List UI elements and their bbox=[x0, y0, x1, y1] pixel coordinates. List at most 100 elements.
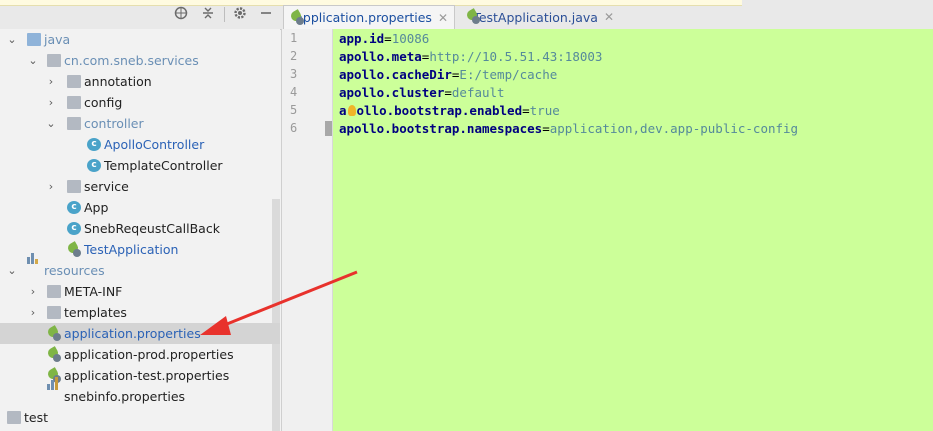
code-line-6[interactable]: apollo.bootstrap.namespaces=application,… bbox=[339, 120, 798, 138]
folder-icon bbox=[47, 306, 61, 319]
tree-label: application.properties bbox=[64, 326, 201, 341]
code-editor[interactable]: app.id=10086 apollo.meta=http://10.5.51.… bbox=[333, 29, 933, 431]
chevron-right-icon[interactable]: › bbox=[45, 176, 57, 197]
property-value: 10086 bbox=[391, 31, 430, 46]
tree-label: ApolloController bbox=[104, 137, 205, 152]
tree-label: controller bbox=[84, 116, 144, 131]
spring-class-icon bbox=[466, 10, 482, 24]
collapse-icon[interactable] bbox=[199, 6, 217, 24]
source-folder-icon bbox=[27, 33, 41, 46]
tree-item-application-prod-properties[interactable]: application-prod.properties bbox=[0, 344, 280, 365]
tree-label: META-INF bbox=[64, 284, 123, 299]
tree-label: cn.com.sneb.services bbox=[64, 53, 199, 68]
tree-label: snebinfo.properties bbox=[64, 389, 186, 404]
equals-sign: = bbox=[522, 103, 530, 118]
chevron-right-icon[interactable]: › bbox=[27, 281, 39, 302]
tree-label: java bbox=[44, 32, 71, 47]
tree-item-java[interactable]: ⌄ java bbox=[0, 29, 280, 50]
tree-item-test[interactable]: test bbox=[0, 407, 280, 428]
tree-label: test bbox=[24, 410, 49, 425]
code-line-2[interactable]: apollo.meta=http://10.5.51.43:18003 bbox=[339, 48, 602, 66]
package-icon bbox=[67, 117, 81, 130]
tree-label: application-prod.properties bbox=[64, 347, 234, 362]
runnable-class-icon: c bbox=[67, 201, 81, 214]
property-key: apollo.cluster bbox=[339, 85, 445, 100]
package-icon bbox=[67, 180, 81, 193]
tree-item-annotation[interactable]: › annotation bbox=[0, 71, 280, 92]
toolbar-separator bbox=[224, 7, 225, 22]
tree-item-meta-inf[interactable]: › META-INF bbox=[0, 281, 280, 302]
tree-item-templatecontroller[interactable]: c TemplateController bbox=[0, 155, 280, 176]
chevron-down-icon[interactable]: ⌄ bbox=[27, 50, 39, 71]
property-key: a bbox=[339, 103, 347, 118]
line-number-gutter: 1 2 3 4 5 6 bbox=[281, 29, 333, 431]
tree-item-apollocontroller[interactable]: c ApolloController bbox=[0, 134, 280, 155]
class-icon: c bbox=[87, 138, 101, 151]
property-value: true bbox=[529, 103, 560, 118]
tree-item-package[interactable]: ⌄ cn.com.sneb.services bbox=[0, 50, 280, 71]
project-tree: ⌄ java ⌄ cn.com.sneb.services › annotati… bbox=[0, 29, 280, 431]
tree-label: application-test.properties bbox=[64, 368, 230, 383]
chevron-down-icon[interactable]: ⌄ bbox=[6, 29, 18, 50]
property-key: apollo.cacheDir bbox=[339, 67, 452, 82]
tree-label: service bbox=[84, 179, 129, 194]
line-number: 3 bbox=[290, 67, 298, 81]
close-icon[interactable]: ✕ bbox=[438, 11, 448, 25]
tree-item-service[interactable]: › service bbox=[0, 176, 280, 197]
equals-sign: = bbox=[542, 121, 550, 136]
tree-item-templates[interactable]: › templates bbox=[0, 302, 280, 323]
lightbulb-icon[interactable] bbox=[347, 105, 356, 116]
line-number: 6 bbox=[290, 121, 298, 135]
line-number: 4 bbox=[290, 85, 298, 99]
tree-item-app[interactable]: c App bbox=[0, 197, 280, 218]
class-icon: c bbox=[87, 159, 101, 172]
code-line-1[interactable]: app.id=10086 bbox=[339, 30, 429, 48]
line-number: 2 bbox=[290, 49, 298, 63]
equals-sign: = bbox=[384, 31, 392, 46]
tree-item-snebreqeustcallback[interactable]: c SnebReqeustCallBack bbox=[0, 218, 280, 239]
folder-icon bbox=[47, 285, 61, 298]
minimize-icon[interactable] bbox=[257, 6, 275, 24]
tree-item-application-test-properties[interactable]: application-test.properties bbox=[0, 365, 280, 386]
tree-label: config bbox=[84, 95, 123, 110]
tab-label: TestApplication.java bbox=[473, 9, 598, 25]
target-icon[interactable] bbox=[172, 6, 190, 24]
gear-icon[interactable] bbox=[231, 6, 249, 24]
property-value: http://10.5.51.43:18003 bbox=[429, 49, 603, 64]
code-line-5[interactable]: a ollo.bootstrap.enabled=true bbox=[339, 102, 560, 120]
line-number: 1 bbox=[290, 31, 298, 45]
property-value: application,dev.app-public-config bbox=[549, 121, 799, 136]
tab-application-properties[interactable]: application.properties ✕ bbox=[283, 5, 455, 29]
folder-icon bbox=[7, 411, 21, 424]
tree-label: resources bbox=[44, 263, 105, 278]
chevron-right-icon[interactable]: › bbox=[45, 71, 57, 92]
property-key: apollo.meta bbox=[339, 49, 422, 64]
code-line-3[interactable]: apollo.cacheDir=E:/temp/cache bbox=[339, 66, 557, 84]
tab-testapplication-java[interactable]: TestApplication.java ✕ bbox=[460, 5, 620, 29]
close-icon[interactable]: ✕ bbox=[604, 10, 614, 24]
tree-item-application-properties[interactable]: application.properties bbox=[0, 323, 280, 344]
chevron-down-icon[interactable]: ⌄ bbox=[6, 260, 18, 281]
tab-label: application.properties bbox=[295, 10, 432, 25]
tree-item-config[interactable]: › config bbox=[0, 92, 280, 113]
tree-item-controller[interactable]: ⌄ controller bbox=[0, 113, 280, 134]
chevron-right-icon[interactable]: › bbox=[45, 92, 57, 113]
tree-label: annotation bbox=[84, 74, 152, 89]
spring-props-icon bbox=[290, 11, 308, 25]
tree-item-testapplication[interactable]: TestApplication bbox=[0, 239, 280, 260]
property-key: ollo.bootstrap.enabled bbox=[356, 103, 523, 118]
code-line-4[interactable]: apollo.cluster=default bbox=[339, 84, 505, 102]
tree-label: App bbox=[84, 200, 109, 215]
property-value: default bbox=[451, 85, 505, 100]
top-toolbar: application.properties ✕ TestApplication… bbox=[0, 0, 933, 30]
tree-item-resources[interactable]: ⌄ resources bbox=[0, 253, 280, 281]
line-number: 5 bbox=[290, 103, 298, 117]
tree-label: TemplateController bbox=[104, 158, 223, 173]
package-icon bbox=[47, 54, 61, 67]
tree-label: TestApplication bbox=[84, 242, 179, 257]
tree-item-snebinfo-properties[interactable]: snebinfo.properties bbox=[0, 377, 280, 407]
property-value: E:/temp/cache bbox=[459, 67, 558, 82]
chevron-right-icon[interactable]: › bbox=[27, 302, 39, 323]
chevron-down-icon[interactable]: ⌄ bbox=[45, 113, 57, 134]
tree-label: SnebReqeustCallBack bbox=[84, 221, 220, 236]
